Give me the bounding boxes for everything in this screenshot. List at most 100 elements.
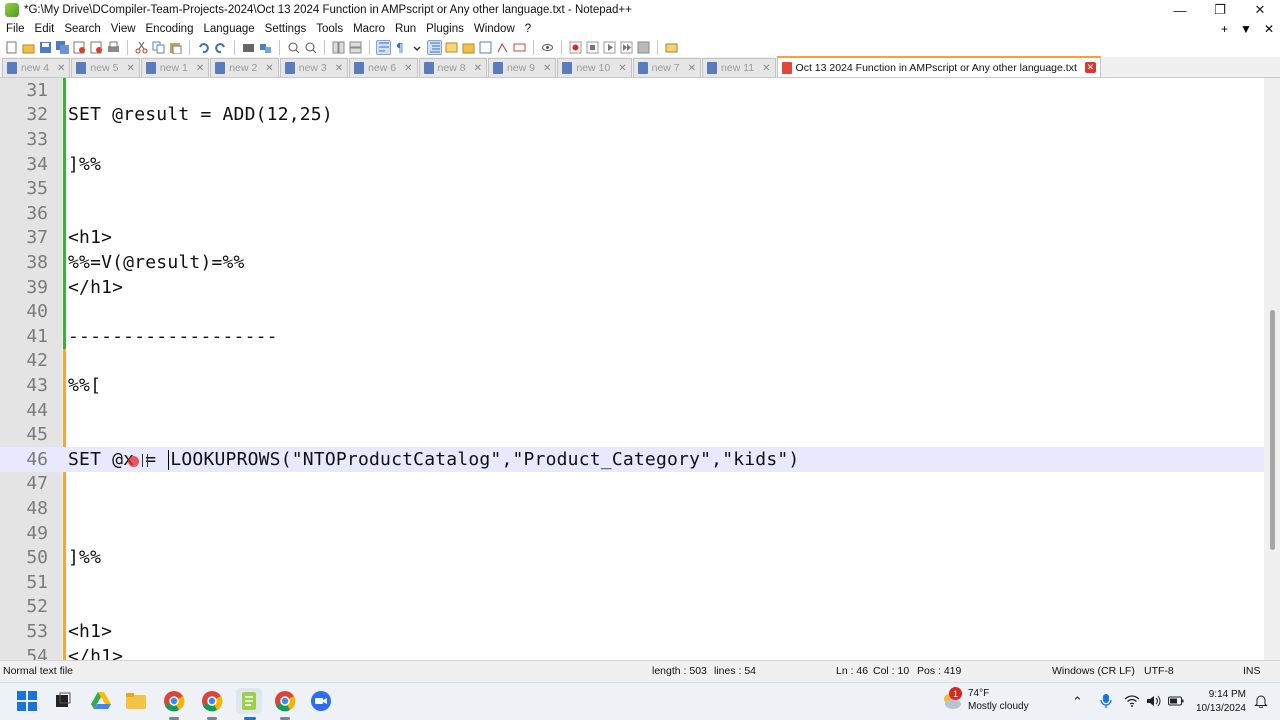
microphone-icon[interactable] xyxy=(1100,693,1112,712)
show-hidden-icons-chevron-icon[interactable]: ⌃ xyxy=(1072,694,1083,710)
tab-active-document[interactable]: Oct 13 2024 Function in AMPscript or Any… xyxy=(776,56,1101,77)
menu-settings[interactable]: Settings xyxy=(262,23,314,35)
tab-new-11[interactable]: new 11 ✕ xyxy=(702,58,776,77)
notification-bell-icon[interactable] xyxy=(1254,694,1268,711)
system-clock[interactable]: 9:14 PM 10/13/2024 xyxy=(1196,688,1246,716)
editor-line[interactable]: 48 xyxy=(0,496,1264,521)
save-all-icon[interactable] xyxy=(55,40,70,55)
editor-line[interactable]: 42 xyxy=(0,349,1264,374)
find-icon[interactable] xyxy=(241,40,256,55)
chrome-icon[interactable] xyxy=(163,690,185,712)
editor-line[interactable]: 33 xyxy=(0,127,1264,152)
editor-line[interactable]: 35 xyxy=(0,176,1264,201)
tab-new-9[interactable]: new 9 ✕ xyxy=(487,58,557,77)
editor-line[interactable]: 49 xyxy=(0,521,1264,546)
close-window-button[interactable]: ✕ xyxy=(1240,0,1280,20)
battery-icon[interactable] xyxy=(1168,695,1184,710)
menu-window[interactable]: Window xyxy=(471,23,522,35)
menu-search[interactable]: Search xyxy=(61,23,107,35)
editor-line[interactable]: 31 xyxy=(0,78,1264,103)
status-insert-mode[interactable]: INS xyxy=(1243,665,1261,677)
udl-icon[interactable] xyxy=(512,40,527,55)
editor-area[interactable]: 31 32 SET @result = ADD(12,25) 33 34]%% 3… xyxy=(0,78,1280,660)
tab-new-2[interactable]: new 2 ✕ xyxy=(210,58,279,77)
status-encoding[interactable]: UTF-8 xyxy=(1144,665,1174,677)
menu-tools[interactable]: Tools xyxy=(313,23,350,35)
editor-line[interactable]: 38 %%=V(@result)=%% xyxy=(0,250,1264,275)
run-macro-multiple-icon[interactable] xyxy=(619,40,634,55)
folder-workspace-icon[interactable] xyxy=(461,40,476,55)
task-view-icon[interactable] xyxy=(52,690,74,712)
play-macro-icon[interactable] xyxy=(602,40,617,55)
wifi-icon[interactable] xyxy=(1124,695,1140,710)
save-macro-icon[interactable] xyxy=(636,40,651,55)
sync-vertical-icon[interactable] xyxy=(331,40,346,55)
tab-new-8[interactable]: new 8 ✕ xyxy=(418,58,487,77)
cut-icon[interactable] xyxy=(134,40,149,55)
tab-new-7[interactable]: new 7 ✕ xyxy=(632,58,702,77)
editor-line[interactable]: 51 xyxy=(0,570,1264,595)
menu-view[interactable]: View xyxy=(108,23,143,35)
chrome-profile-icon[interactable] xyxy=(201,690,223,712)
save-icon[interactable] xyxy=(38,40,53,55)
stop-macro-icon[interactable] xyxy=(585,40,600,55)
monitoring-icon[interactable] xyxy=(495,40,510,55)
chrome-alt-icon[interactable] xyxy=(274,690,296,712)
tab-new-5[interactable]: new 5 ✕ xyxy=(71,58,140,77)
file-explorer-icon[interactable] xyxy=(125,690,147,712)
weather-widget[interactable]: 1 74°F Mostly cloudy xyxy=(940,687,1029,713)
editor-line[interactable]: 32 SET @result = ADD(12,25) xyxy=(0,103,1264,128)
tab-new-3[interactable]: new 3 ✕ xyxy=(279,58,349,77)
editor-line[interactable]: 45 xyxy=(0,422,1264,447)
tab-new-1[interactable]: new 1 ✕ xyxy=(140,58,210,77)
tab-close-icon[interactable]: ✕ xyxy=(404,63,412,74)
maximize-button[interactable]: ❐ xyxy=(1200,0,1240,20)
notepadpp-taskbar-icon[interactable] xyxy=(236,688,262,714)
editor-line[interactable]: 40 xyxy=(0,299,1264,324)
tab-new-10[interactable]: new 10 ✕ xyxy=(557,58,632,77)
menu-encoding[interactable]: Encoding xyxy=(143,23,201,35)
copy-icon[interactable] xyxy=(151,40,166,55)
editor-line[interactable]: 52 xyxy=(0,595,1264,620)
zoom-out-icon[interactable] xyxy=(303,40,318,55)
word-wrap-icon[interactable] xyxy=(376,39,391,55)
menu-run[interactable]: Run xyxy=(392,23,423,35)
status-eol-format[interactable]: Windows (CR LF) xyxy=(1052,665,1135,677)
print-icon[interactable] xyxy=(106,40,121,55)
tab-close-icon[interactable]: ✕ xyxy=(196,63,204,74)
tab-new-4[interactable]: new 4 ✕ xyxy=(2,58,71,77)
preview-eye-icon[interactable] xyxy=(540,40,555,55)
tab-close-icon[interactable]: ✕ xyxy=(474,63,482,74)
tab-list-dropdown-icon[interactable]: ▼ xyxy=(1240,22,1252,36)
menu-help[interactable]: ? xyxy=(522,23,538,35)
zoom-app-icon[interactable] xyxy=(310,690,332,712)
editor-line[interactable]: 34]%% xyxy=(0,152,1264,177)
menu-file[interactable]: File xyxy=(3,23,32,35)
tab-close-icon[interactable]: ✕ xyxy=(265,63,273,74)
editor-line[interactable]: 41 ------------------- xyxy=(0,324,1264,349)
zoom-in-icon[interactable] xyxy=(286,40,301,55)
tab-close-icon[interactable]: ✕ xyxy=(1084,62,1096,73)
close-doc-icon[interactable]: ✕ xyxy=(1264,22,1274,36)
new-tab-plus-icon[interactable]: + xyxy=(1221,22,1228,36)
vertical-scrollbar[interactable] xyxy=(1264,78,1280,660)
editor-line[interactable]: 36 xyxy=(0,201,1264,226)
tab-close-icon[interactable]: ✕ xyxy=(618,63,626,74)
tab-new-6[interactable]: new 6 ✕ xyxy=(349,58,418,77)
editor-line[interactable]: 47 xyxy=(0,472,1264,497)
tab-close-icon[interactable]: ✕ xyxy=(543,63,551,74)
google-drive-icon[interactable] xyxy=(90,690,112,712)
sync-horizontal-icon[interactable] xyxy=(348,40,363,55)
editor-line[interactable]: 53 <h1> xyxy=(0,619,1264,644)
redo-icon[interactable] xyxy=(213,40,228,55)
paste-icon[interactable] xyxy=(168,40,183,55)
close-all-icon[interactable] xyxy=(89,40,104,55)
indent-guide-icon[interactable] xyxy=(410,40,425,55)
menu-edit[interactable]: Edit xyxy=(32,23,62,35)
show-all-chars-icon[interactable]: ¶ xyxy=(393,40,408,55)
editor-line[interactable]: 44 xyxy=(0,398,1264,423)
document-list-icon[interactable] xyxy=(478,40,493,55)
close-file-icon[interactable] xyxy=(72,40,87,55)
menu-plugins[interactable]: Plugins xyxy=(423,23,471,35)
plugin-icon[interactable] xyxy=(664,40,679,55)
